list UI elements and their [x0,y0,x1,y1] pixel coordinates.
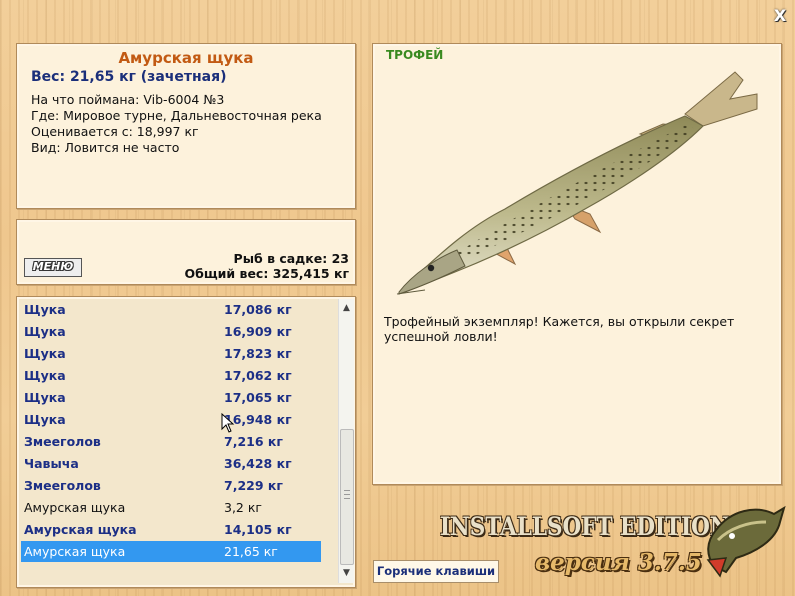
list-item-fish-name: Амурская щука [24,500,126,515]
rated-from-line: Оценивается с: 18,997 кг [31,124,199,139]
version-label: версия 3.7.5 [535,549,702,576]
fish-count: Рыб в садке: 23 [233,251,349,266]
list-item-weight: 17,823 кг [224,346,292,361]
list-item[interactable]: Амурская щука 21,65 кг [21,541,321,562]
fish-weight: Вес: 21,65 кг (зачетная) [31,69,227,85]
scroll-thumb[interactable] [340,429,354,565]
list-item-weight: 7,216 кг [224,434,283,449]
list-item-fish-name: Щука [24,412,66,427]
catch-details: На что поймана: Vib-6004 №3 Где: Мировое… [31,92,355,156]
list-item[interactable]: Щука 17,823 кг [21,343,321,364]
list-item[interactable]: Амурская щука 14,105 кг [21,519,321,540]
keepnet-summary-panel: МЕНЮ Рыб в садке: 23 Общий вес: 325,415 … [16,219,356,285]
hotkeys-button[interactable]: Горячие клавиши [373,560,499,583]
edition-brand: INSTALLSOFT EDITION [440,512,730,541]
species-rarity-line: Вид: Ловится не часто [31,140,180,155]
list-item-weight: 16,909 кг [224,324,292,339]
trophy-panel: ТРОФЕЙ Трофейный экземпляр! Кажется, вы … [372,43,782,485]
list-item[interactable]: Щука 16,948 кг [21,409,321,430]
trophy-description: Трофейный экземпляр! Кажется, вы открыли… [384,314,735,344]
caught-with-line: На что поймана: Vib-6004 №3 [31,92,225,107]
list-item-fish-name: Амурская щука [24,544,126,559]
menu-button[interactable]: МЕНЮ [24,258,82,277]
keepnet-stats: Рыб в садке: 23 Общий вес: 325,415 кг [185,251,350,281]
list-item[interactable]: Змееголов 7,229 кг [21,475,321,496]
list-item-weight: 14,105 кг [224,522,292,537]
fish-title: Амурская щука [118,49,254,67]
mouse-cursor-icon [221,413,235,433]
list-item-weight: 3,2 кг [224,500,262,515]
list-item[interactable]: Щука 17,086 кг [21,299,321,320]
list-item-fish-name: Щука [24,368,66,383]
list-item-fish-name: Амурская щука [24,522,137,537]
list-item[interactable]: Амурская щука 3,2 кг [21,497,321,518]
catch-list[interactable]: Щука 17,086 кг Щука 16,909 кг Щука 17,823 кг Щ… [16,296,356,588]
list-item-weight: 21,65 кг [224,544,278,559]
logo-pike-icon [706,505,786,578]
list-item-fish-name: Щука [24,346,66,361]
list-item-weight: 17,086 кг [224,302,292,317]
grip-icon [344,490,350,499]
list-item-weight: 7,229 кг [224,478,283,493]
list-item-fish-name: Щука [24,324,66,339]
total-weight: Общий вес: 325,415 кг [184,266,350,281]
list-item[interactable]: Щука 17,062 кг [21,365,321,386]
list-item-fish-name: Змееголов [24,478,101,493]
close-icon[interactable]: X [770,6,790,26]
list-item-fish-name: Щука [24,302,66,317]
list-scrollbar[interactable]: ▲ ▼ [338,299,354,583]
list-item[interactable]: Щука 16,909 кг [21,321,321,342]
list-item-weight: 17,062 кг [224,368,292,383]
catch-info-panel: Амурская щука Вес: 21,65 кг (зачетная) Н… [16,43,356,209]
list-item[interactable]: Змееголов 7,216 кг [21,431,321,452]
list-item-fish-name: Щука [24,390,66,405]
scroll-up-icon[interactable]: ▲ [339,301,354,316]
location-line: Где: Мировое турне, Дальневосточная река [31,108,322,123]
list-item-weight: 17,065 кг [224,390,292,405]
list-item-fish-name: Чавыча [24,456,79,471]
list-item-weight: 36,428 кг [224,456,292,471]
pike-fish-image [396,71,758,295]
list-item[interactable]: Чавыча 36,428 кг [21,453,321,474]
list-item-fish-name: Змееголов [24,434,101,449]
list-item[interactable]: Щука 17,065 кг [21,387,321,408]
scroll-down-icon[interactable]: ▼ [339,566,354,581]
